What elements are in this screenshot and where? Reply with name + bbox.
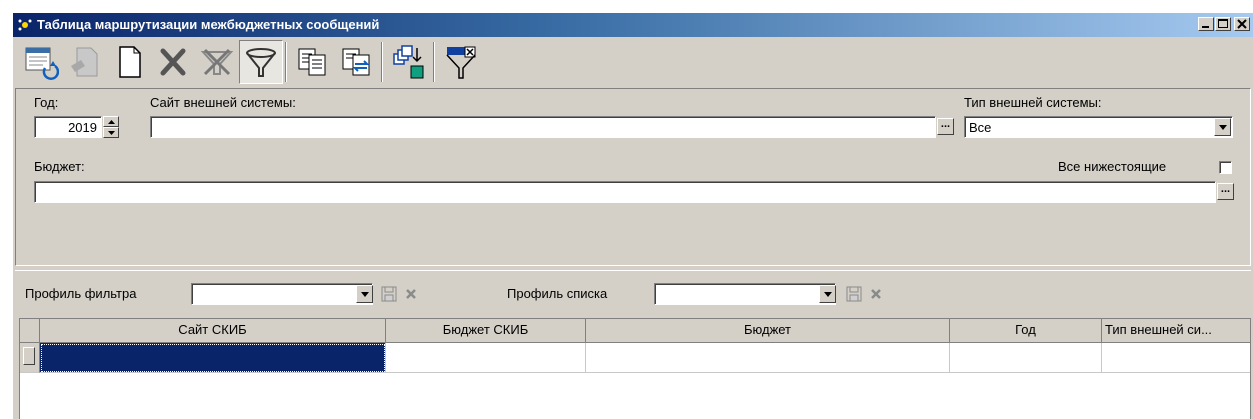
toolbar-separator xyxy=(285,42,287,82)
copy-button[interactable] xyxy=(291,40,335,84)
app-icon xyxy=(18,19,32,31)
close-button[interactable] xyxy=(1234,17,1250,31)
year-label: Год: xyxy=(34,95,59,110)
maximize-button[interactable] xyxy=(1215,17,1231,31)
toolbar-separator xyxy=(433,42,435,82)
delete-filter-profile-icon[interactable] xyxy=(405,288,417,300)
table-cell[interactable] xyxy=(386,343,586,373)
copy-link-button[interactable] xyxy=(335,40,379,84)
profile-bar: Профиль фильтра Профиль списка xyxy=(15,270,1251,315)
row-indicator-header xyxy=(20,319,40,343)
filter-profile-select[interactable] xyxy=(191,283,373,305)
list-profile-dropdown[interactable] xyxy=(819,285,836,303)
chevron-down-icon xyxy=(1218,124,1227,130)
type-dropdown-button[interactable] xyxy=(1214,118,1231,136)
budget-field[interactable] xyxy=(34,181,1216,203)
year-field[interactable]: 2019 xyxy=(34,116,102,138)
year-spin-up[interactable] xyxy=(103,116,119,127)
year-value: 2019 xyxy=(68,120,97,135)
data-grid[interactable]: Сайт СКИБ Бюджет СКИБ Бюджет Год Тип вне… xyxy=(19,318,1251,419)
toolbar xyxy=(15,40,1251,84)
table-cell-selected[interactable] xyxy=(40,343,386,373)
chevron-down-icon xyxy=(360,291,369,297)
minimize-button[interactable] xyxy=(1198,17,1214,31)
new-document-icon xyxy=(119,46,141,78)
export-icon xyxy=(393,45,424,79)
delete-list-profile-icon[interactable] xyxy=(870,288,882,300)
clear-filter-icon xyxy=(200,48,234,76)
site-field[interactable] xyxy=(150,116,936,138)
save-filter-profile-icon[interactable] xyxy=(381,286,397,302)
column-header-type[interactable]: Тип внешней си... xyxy=(1102,319,1250,343)
title-bar[interactable]: Таблица маршрутизации межбюджетных сообщ… xyxy=(13,13,1253,37)
filter-button[interactable] xyxy=(239,40,283,84)
type-label: Тип внешней системы: xyxy=(964,95,1102,110)
window-title: Таблица маршрутизации межбюджетных сообщ… xyxy=(37,17,380,32)
site-label: Сайт внешней системы: xyxy=(150,95,296,110)
ellipsis-icon: ... xyxy=(1220,183,1231,195)
filter-icon xyxy=(246,48,276,77)
main-window: Таблица маршрутизации межбюджетных сообщ… xyxy=(12,12,1253,419)
column-header-budget-skib[interactable]: Бюджет СКИБ xyxy=(386,319,586,343)
list-profile-label: Профиль списка xyxy=(507,286,608,301)
copy-icon xyxy=(298,48,326,76)
close-filter-icon xyxy=(446,46,476,79)
edit-document-icon xyxy=(71,47,98,77)
table-cell[interactable] xyxy=(1102,343,1250,373)
budget-select-button[interactable]: ... xyxy=(1217,183,1234,200)
delete-button[interactable] xyxy=(151,40,195,84)
edit-button[interactable] xyxy=(63,40,107,84)
filter-profile-label: Профиль фильтра xyxy=(25,286,137,301)
type-value: Все xyxy=(969,120,992,135)
row-indicator[interactable] xyxy=(20,343,40,373)
column-header-site[interactable]: Сайт СКИБ xyxy=(40,319,386,343)
budget-label: Бюджет: xyxy=(34,159,85,174)
chevron-down-icon xyxy=(823,291,832,297)
arrow-down-icon xyxy=(107,130,115,135)
toolbar-separator xyxy=(381,42,383,82)
all-lower-checkbox[interactable] xyxy=(1219,161,1232,174)
close-icon xyxy=(1237,19,1247,29)
site-select-button[interactable]: ... xyxy=(937,118,954,135)
copy-link-icon xyxy=(342,48,370,76)
all-lower-label: Все нижестоящие xyxy=(1058,159,1167,174)
minimize-icon xyxy=(1202,26,1209,28)
type-select[interactable]: Все xyxy=(964,116,1233,138)
close-filter-button[interactable] xyxy=(439,40,483,84)
column-header-year[interactable]: Год xyxy=(950,319,1102,343)
year-spin-down[interactable] xyxy=(103,127,119,138)
table-cell[interactable] xyxy=(950,343,1102,373)
arrow-up-icon xyxy=(107,119,115,124)
ellipsis-icon: ... xyxy=(940,118,951,130)
table-cell[interactable] xyxy=(586,343,950,373)
column-header-budget[interactable]: Бюджет xyxy=(586,319,950,343)
clear-filter-button[interactable] xyxy=(195,40,239,84)
export-button[interactable] xyxy=(387,40,431,84)
list-profile-select[interactable] xyxy=(654,283,836,305)
refresh-icon xyxy=(25,47,59,80)
new-button[interactable] xyxy=(107,40,151,84)
maximize-icon xyxy=(1218,19,1228,28)
delete-icon xyxy=(160,48,186,76)
save-list-profile-icon[interactable] xyxy=(846,286,862,302)
filter-profile-dropdown[interactable] xyxy=(356,285,373,303)
filter-panel: Год: 2019 Сайт внешней системы: ... Тип … xyxy=(15,88,1251,266)
refresh-button[interactable] xyxy=(19,40,63,84)
